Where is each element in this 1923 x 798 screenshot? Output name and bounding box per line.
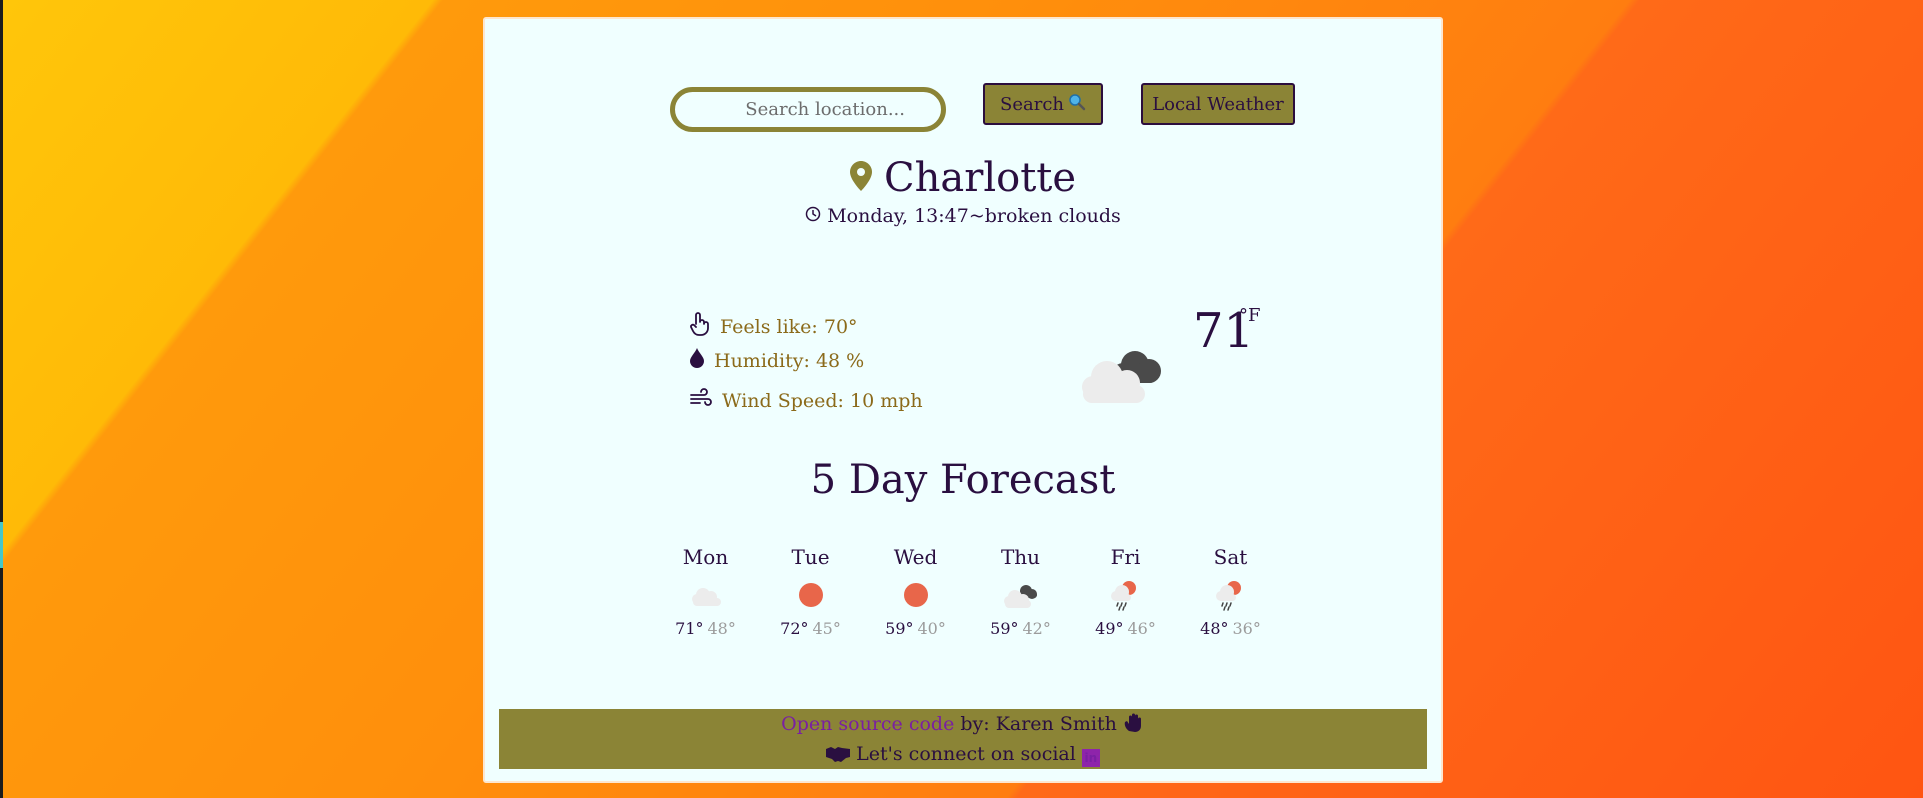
map-pin-icon	[849, 161, 872, 195]
day-low: 36°	[1232, 619, 1261, 638]
day-low: 48°	[707, 619, 736, 638]
window-edge	[0, 0, 3, 798]
footer-credit: Open source code by: Karen Smith	[781, 709, 1145, 739]
day-low: 40°	[917, 619, 946, 638]
location-header: Charlotte	[485, 155, 1441, 201]
wind-text: Wind Speed: 10 mph	[722, 389, 923, 412]
sun-icon	[798, 575, 824, 615]
forecast-day: Tue 72° 45°	[758, 545, 863, 638]
day-high: 59°	[885, 619, 914, 638]
datetime-text: Monday, 13:47~broken clouds	[827, 205, 1121, 227]
footer: Open source code by: Karen Smith Let's c…	[499, 709, 1427, 769]
day-high: 71°	[675, 619, 704, 638]
handshake-icon	[826, 743, 856, 765]
pointing-hand-icon	[690, 312, 710, 341]
local-weather-button[interactable]: Local Weather	[1141, 83, 1295, 125]
sun-icon	[903, 575, 929, 615]
clock-icon	[805, 205, 821, 227]
forecast-day: Thu 59° 42°	[968, 545, 1073, 638]
search-icon	[1068, 93, 1086, 116]
feels-like-text: Feels like: 70°	[720, 315, 858, 338]
day-low: 46°	[1127, 619, 1156, 638]
city-name: Charlotte	[883, 155, 1077, 201]
author-text: by: Karen Smith	[954, 713, 1117, 735]
forecast-day: Mon 71° 48°	[653, 545, 758, 638]
forecast-title: 5 Day Forecast	[810, 457, 1116, 503]
forecast-day: Wed 59° 40°	[863, 545, 968, 638]
day-high: 72°	[780, 619, 809, 638]
linkedin-icon[interactable]: in	[1081, 749, 1100, 767]
social-text: Let's connect on social	[856, 743, 1076, 765]
wind-row: Wind Speed: 10 mph	[690, 388, 923, 413]
day-name: Fri	[1110, 545, 1141, 569]
day-name: Wed	[893, 545, 938, 569]
forecast-day: Fri 49° 46°	[1073, 545, 1178, 638]
day-low: 45°	[812, 619, 841, 638]
broken-clouds-icon	[1002, 575, 1040, 615]
feels-like-row: Feels like: 70°	[690, 312, 858, 341]
search-button[interactable]: Search	[983, 83, 1103, 125]
day-high: 59°	[990, 619, 1019, 638]
rain-sun-icon	[1110, 575, 1142, 615]
search-button-label: Search	[1000, 93, 1064, 115]
day-high: 49°	[1095, 619, 1124, 638]
forecast-day: Sat 48° 36°	[1178, 545, 1283, 638]
broken-clouds-icon	[1077, 341, 1169, 407]
humidity-text: Humidity: 48 %	[714, 349, 865, 372]
forecast-list: Mon 71°48° Tue 72°45° Wed 59°40° Thu	[653, 545, 1283, 638]
footer-social: Let's connect on social in	[826, 739, 1100, 769]
rain-sun-icon	[1215, 575, 1247, 615]
day-name: Mon	[682, 545, 729, 569]
day-low: 42°	[1022, 619, 1051, 638]
day-high: 48°	[1200, 619, 1229, 638]
source-code-link[interactable]: Open source code	[781, 713, 954, 735]
day-name: Tue	[791, 545, 830, 569]
cloud-icon	[689, 575, 723, 615]
wind-icon	[690, 388, 712, 413]
temperature-unit: °F	[1239, 305, 1261, 326]
water-drop-icon	[690, 348, 704, 373]
search-input[interactable]	[670, 87, 946, 132]
weather-card: Search Local Weather Charlotte Monday, 1…	[483, 17, 1443, 783]
day-name: Thu	[1000, 545, 1041, 569]
day-name: Sat	[1213, 545, 1248, 569]
window-edge-accent	[0, 522, 3, 568]
waving-hand-icon	[1123, 713, 1145, 735]
datetime-line: Monday, 13:47~broken clouds	[485, 205, 1441, 227]
humidity-row: Humidity: 48 %	[690, 348, 864, 373]
